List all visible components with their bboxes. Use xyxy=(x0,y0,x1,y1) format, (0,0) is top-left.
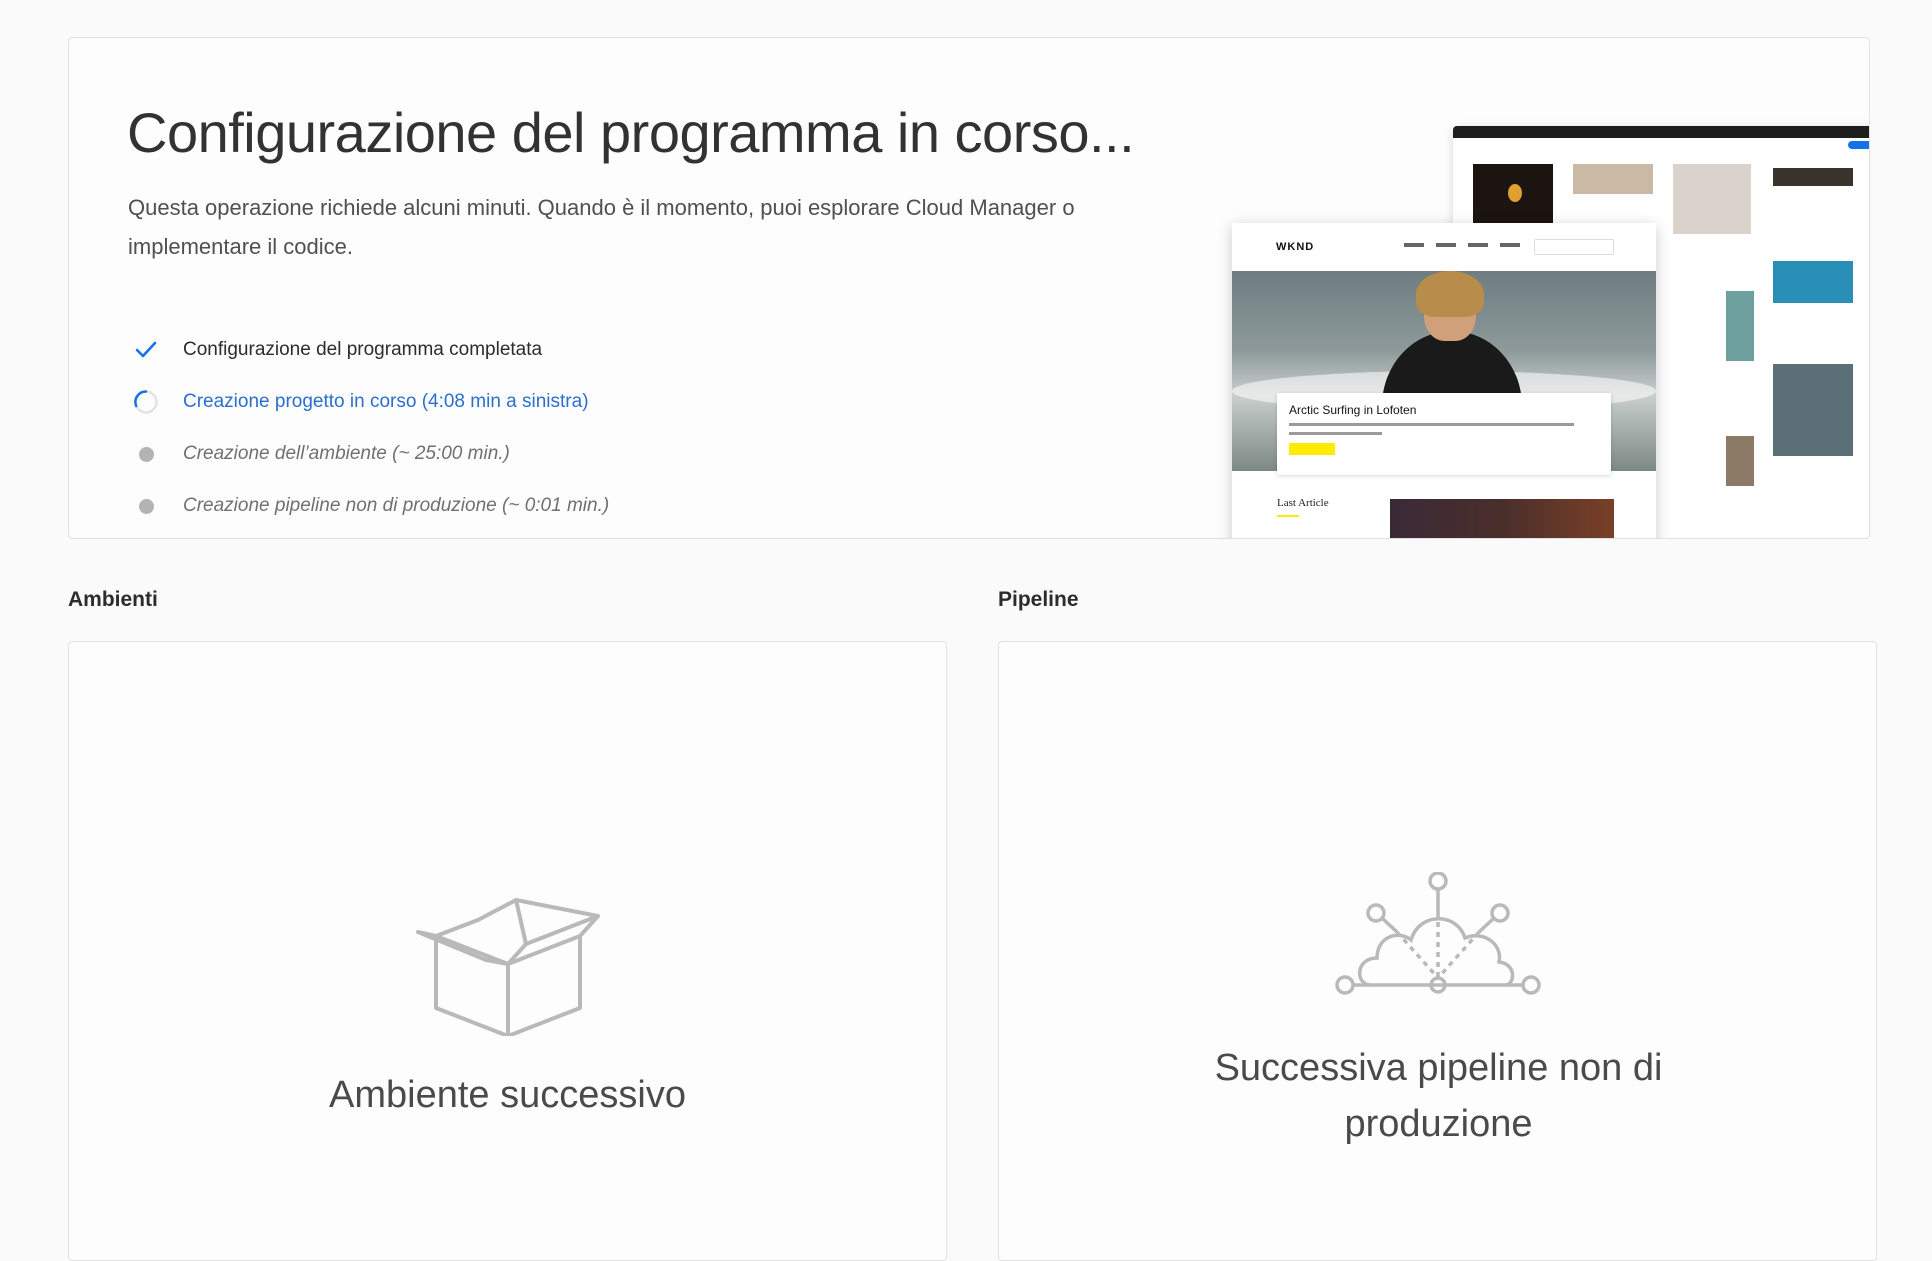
pipelines-placeholder: Successiva pipeline non di produzione xyxy=(1214,1047,1663,1145)
step-label: Creazione dell’ambiente (~ 25:00 min.) xyxy=(183,443,510,464)
program-setup-card: Configurazione del programma in corso...… xyxy=(68,37,1870,539)
environments-panel: Ambiente successivo xyxy=(68,641,947,1261)
setup-steps-list: Configurazione del programma completata … xyxy=(129,324,609,532)
wknd-site-screenshot: WKND Arctic Surfing in Lofoten Last Arti… xyxy=(1232,223,1656,538)
setup-description: Questa operazione richiede alcuni minuti… xyxy=(128,195,1075,259)
dot-icon xyxy=(129,437,163,471)
open-box-icon xyxy=(415,896,600,1041)
environments-heading: Ambienti xyxy=(68,588,158,611)
wknd-feature-card: Arctic Surfing in Lofoten xyxy=(1277,393,1611,475)
wknd-card-title: Arctic Surfing in Lofoten xyxy=(1289,403,1417,417)
spinner-icon xyxy=(129,385,163,419)
environments-placeholder: Ambiente successivo xyxy=(329,1074,686,1116)
dot-icon xyxy=(129,489,163,523)
wknd-logo: WKND xyxy=(1276,241,1315,253)
setup-step-pipeline: Creazione pipeline non di produzione (~ … xyxy=(129,480,609,532)
step-label: Creazione pipeline non di produzione (~ … xyxy=(183,495,610,516)
pipelines-panel: Successiva pipeline non di produzione xyxy=(998,641,1877,1261)
setup-step-project: Creazione progetto in corso (4:08 min a … xyxy=(129,376,609,428)
step-label: Creazione progetto in corso (4:08 min a … xyxy=(183,391,589,412)
cloud-network-icon xyxy=(1333,871,1543,1007)
setup-step-program: Configurazione del programma completata xyxy=(129,324,609,376)
step-label: Configurazione del programma completata xyxy=(183,339,543,360)
page-title: Configurazione del programma in corso... xyxy=(127,101,1135,164)
aem-preview-illustration: WKND Arctic Surfing in Lofoten Last Arti… xyxy=(1232,126,1869,538)
setup-step-environment: Creazione dell’ambiente (~ 25:00 min.) xyxy=(129,428,609,480)
wknd-last-article: Last Article xyxy=(1277,497,1329,509)
checkmark-icon xyxy=(129,333,163,367)
pipelines-heading: Pipeline xyxy=(998,588,1079,611)
